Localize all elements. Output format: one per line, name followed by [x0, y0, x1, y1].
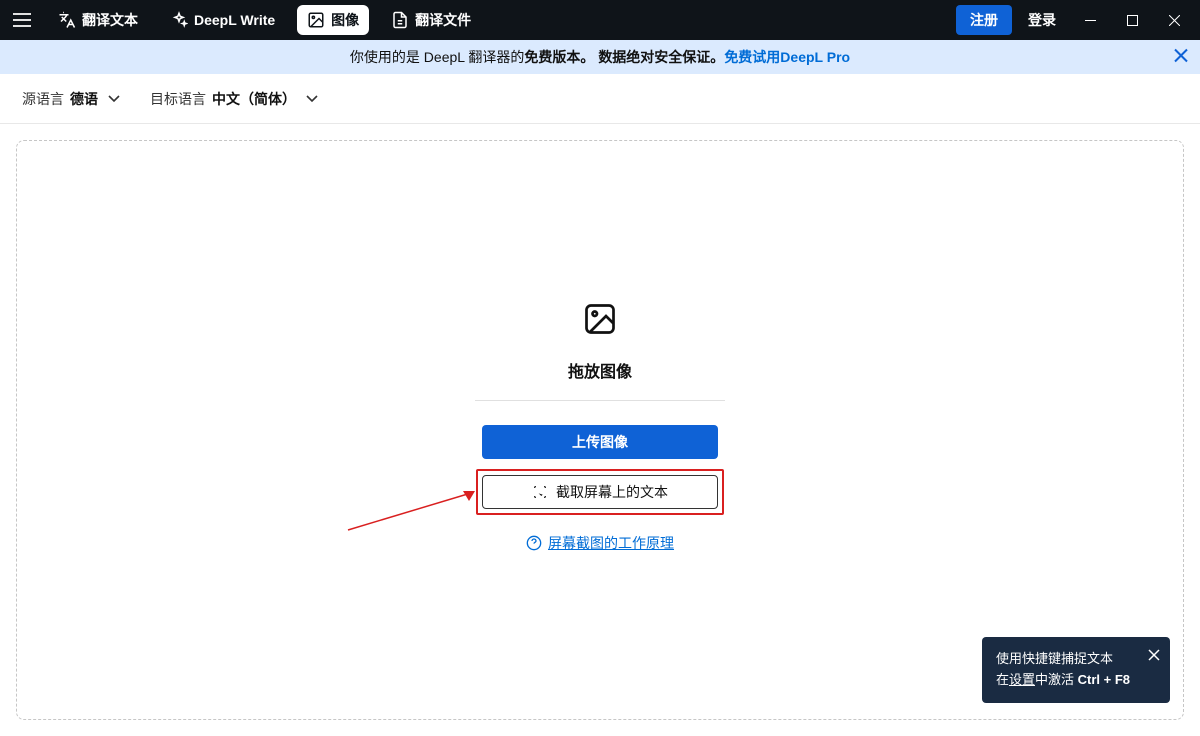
target-value: 中文（简体）	[212, 89, 296, 109]
minimize-icon	[1085, 15, 1096, 26]
capture-screen-text-button[interactable]: 截取屏幕上的文本	[482, 475, 718, 509]
capture-label: 截取屏幕上的文本	[556, 482, 668, 502]
banner-link[interactable]: 免费试用DeepL Pro	[724, 47, 850, 67]
tab-image[interactable]: 图像	[297, 5, 369, 35]
banner-close[interactable]	[1174, 49, 1188, 66]
translate-icon	[58, 11, 76, 29]
register-button[interactable]: 注册	[956, 5, 1012, 35]
chevron-down-icon	[306, 95, 318, 103]
upload-image-button[interactable]: 上传图像	[482, 425, 718, 459]
titlebar-right: 注册 登录	[956, 5, 1192, 35]
language-bar: 源语言 德语 目标语言 中文（简体）	[0, 74, 1200, 124]
maximize-icon	[1127, 15, 1138, 26]
dropzone-image-icon	[582, 301, 618, 342]
toast-shortcut: Ctrl + F8	[1078, 672, 1130, 687]
close-icon	[1169, 15, 1180, 26]
tab-translate-text[interactable]: 翻译文本	[48, 5, 148, 35]
toast-close[interactable]	[1148, 647, 1160, 668]
titlebar-left: 翻译文本 DeepL Write 图像 翻译文件	[8, 5, 481, 35]
chevron-down-icon	[108, 95, 120, 103]
image-icon	[582, 301, 618, 337]
image-icon	[307, 11, 325, 29]
toast-line2: 在设置中激活 Ctrl + F8	[996, 670, 1130, 691]
write-icon	[170, 11, 188, 29]
file-icon	[391, 11, 409, 29]
tab-label: 翻译文本	[82, 10, 138, 30]
login-button[interactable]: 登录	[1018, 5, 1066, 35]
toast-settings-link[interactable]: 设置	[1009, 672, 1035, 687]
target-label: 目标语言	[150, 89, 206, 109]
target-language-selector[interactable]: 目标语言 中文（简体）	[150, 89, 318, 109]
tab-translate-file[interactable]: 翻译文件	[381, 5, 481, 35]
hamburger-icon	[13, 13, 31, 27]
promo-banner: 你使用的是 DeepL 翻译器的免费版本。 数据绝对安全保证。 免费试用Deep…	[0, 40, 1200, 74]
help-link-label: 屏幕截图的工作原理	[548, 533, 674, 553]
menu-button[interactable]	[8, 6, 36, 34]
window-minimize[interactable]	[1072, 5, 1108, 35]
dropzone-title: 拖放图像	[568, 358, 632, 382]
banner-text: 你使用的是 DeepL 翻译器的免费版本。 数据绝对安全保证。	[350, 47, 724, 67]
capture-button-highlight: 截取屏幕上的文本	[476, 469, 724, 515]
window-close[interactable]	[1156, 5, 1192, 35]
tab-label: 翻译文件	[415, 10, 471, 30]
capture-icon	[532, 484, 548, 500]
help-icon	[526, 535, 542, 551]
source-language-selector[interactable]: 源语言 德语	[22, 89, 120, 109]
tab-label: DeepL Write	[194, 12, 275, 28]
divider	[475, 400, 725, 401]
tab-deepl-write[interactable]: DeepL Write	[160, 6, 285, 34]
window-maximize[interactable]	[1114, 5, 1150, 35]
titlebar: 翻译文本 DeepL Write 图像 翻译文件 注册 登录	[0, 0, 1200, 40]
source-label: 源语言	[22, 89, 64, 109]
source-value: 德语	[70, 89, 98, 109]
shortcut-toast: 使用快捷键捕捉文本 在设置中激活 Ctrl + F8	[982, 637, 1170, 703]
toast-line1: 使用快捷键捕捉文本	[996, 649, 1130, 670]
image-dropzone[interactable]: 拖放图像 上传图像 截取屏幕上的文本 屏幕截图的工作原理	[16, 140, 1184, 720]
help-link[interactable]: 屏幕截图的工作原理	[526, 533, 674, 553]
close-icon	[1148, 649, 1160, 661]
close-icon	[1174, 49, 1188, 63]
tab-label: 图像	[331, 10, 359, 30]
